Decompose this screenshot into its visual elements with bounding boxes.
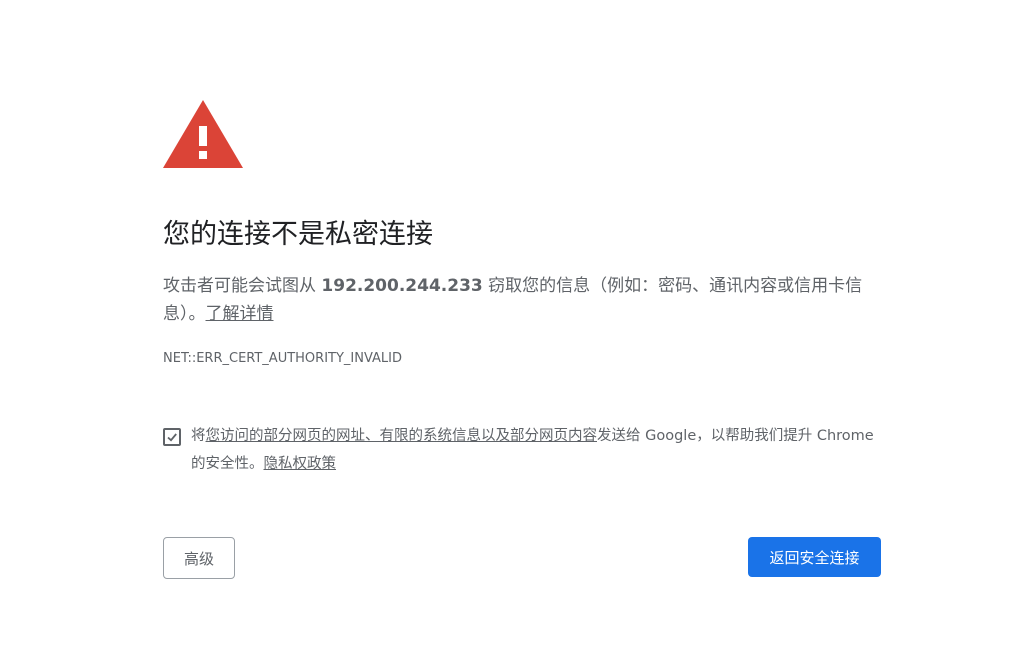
interstitial-content: 您的连接不是私密连接 攻击者可能会试图从 192.200.244.233 窃取您…	[163, 100, 881, 478]
learn-more-link[interactable]: 了解详情	[206, 304, 274, 324]
checkmark-icon	[167, 433, 177, 442]
safe-browsing-optin: 将您访问的部分网页的网址、有限的系统信息以及部分网页内容发送给 Google，以…	[163, 422, 881, 478]
error-code: NET::ERR_CERT_AUTHORITY_INVALID	[163, 351, 403, 366]
explanation-text: 攻击者可能会试图从 192.200.244.233 窃取您的信息（例如：密码、通…	[163, 272, 881, 328]
back-to-safety-button[interactable]: 返回安全连接	[748, 537, 881, 577]
privacy-policy-link[interactable]: 隐私权政策	[264, 456, 337, 472]
data-details-link[interactable]: 您访问的部分网页的网址、有限的系统信息以及部分网页内容	[206, 428, 598, 444]
optin-checkbox[interactable]	[163, 428, 181, 446]
warning-triangle-icon	[163, 100, 243, 168]
host-address: 192.200.244.233	[321, 276, 483, 296]
page-title: 您的连接不是私密连接	[163, 219, 433, 250]
optin-prefix: 将	[191, 428, 206, 444]
explanation-prefix: 攻击者可能会试图从	[163, 276, 322, 296]
advanced-button[interactable]: 高级	[163, 537, 235, 579]
interstitial-page: 您的连接不是私密连接 攻击者可能会试图从 192.200.244.233 窃取您…	[0, 0, 1014, 646]
